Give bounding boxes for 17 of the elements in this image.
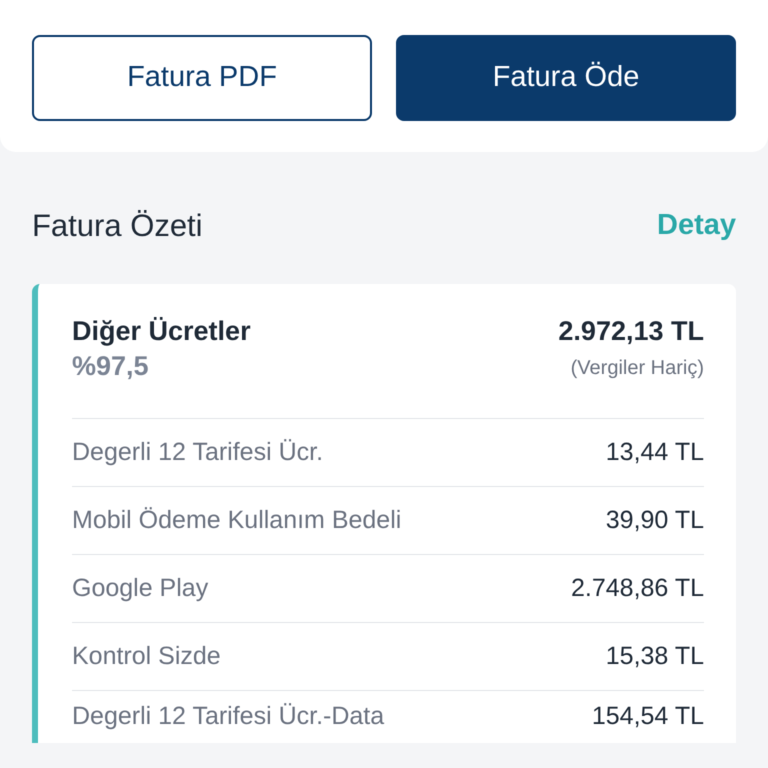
card-title: Diğer Ücretler	[72, 315, 251, 348]
pay-button[interactable]: Fatura Öde	[396, 35, 736, 121]
tax-note: (Vergiler Hariç)	[570, 356, 704, 381]
charge-amount: 2.748,86 TL	[571, 572, 704, 604]
charge-label: Google Play	[72, 572, 208, 604]
section-title: Fatura Özeti	[32, 206, 203, 245]
charge-amount: 15,38 TL	[606, 640, 704, 672]
charge-label: Kontrol Sizde	[72, 640, 221, 672]
pdf-button[interactable]: Fatura PDF	[32, 35, 372, 121]
charge-amount: 13,44 TL	[606, 436, 704, 468]
total-amount: 2.972,13 TL	[558, 315, 704, 348]
charge-amount: 39,90 TL	[606, 504, 704, 536]
charge-label: Degerli 12 Tarifesi Ücr.	[72, 436, 324, 468]
charge-label: Degerli 12 Tarifesi Ücr.-Data	[72, 701, 384, 732]
charge-label: Mobil Ödeme Kullanım Bedeli	[72, 504, 402, 536]
percent-value: %97,5	[72, 350, 150, 383]
charge-amount: 154,54 TL	[592, 701, 704, 732]
